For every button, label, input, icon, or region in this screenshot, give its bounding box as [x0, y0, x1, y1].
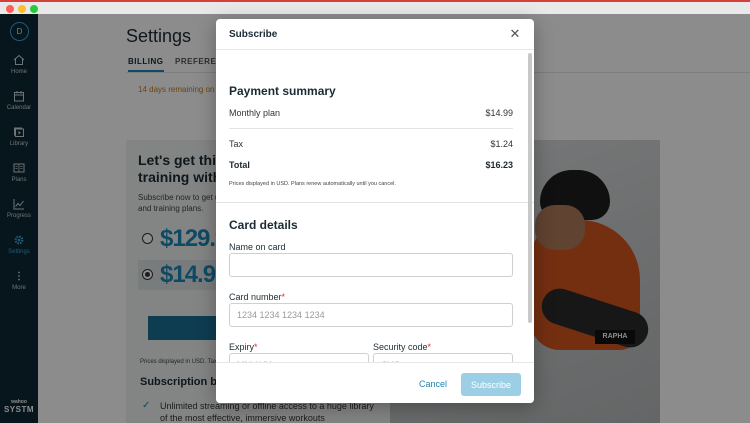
name-on-card-label: Name on card	[229, 242, 286, 252]
summary-row-total: Total $16.23	[229, 160, 513, 170]
pricing-note: Prices displayed in USD. Plans renew aut…	[229, 181, 396, 187]
minimize-window-button[interactable]	[18, 5, 26, 13]
window-titlebar	[0, 0, 750, 14]
security-code-label: Security code*	[373, 342, 432, 352]
name-on-card-input[interactable]	[229, 253, 513, 277]
subscribe-button[interactable]: Subscribe	[461, 373, 521, 396]
maximize-window-button[interactable]	[30, 5, 38, 13]
subscribe-modal: Subscribe ✕ Payment summary Monthly plan…	[216, 19, 534, 403]
expiry-input[interactable]	[229, 353, 369, 362]
close-window-button[interactable]	[6, 5, 14, 13]
modal-title: Subscribe	[229, 29, 278, 40]
cancel-button[interactable]: Cancel	[413, 373, 453, 395]
modal-footer: Cancel Subscribe	[216, 362, 534, 403]
card-number-input[interactable]	[229, 303, 513, 327]
section-divider	[216, 202, 534, 203]
security-code-input[interactable]	[373, 353, 513, 362]
divider	[229, 128, 513, 129]
close-icon[interactable]: ✕	[508, 27, 522, 41]
expiry-label: Expiry*	[229, 342, 258, 352]
payment-summary-title: Payment summary	[229, 84, 336, 98]
summary-row-monthly: Monthly plan $14.99	[229, 108, 513, 118]
modal-scrollbar[interactable]	[528, 53, 532, 323]
card-number-label: Card number*	[229, 292, 286, 302]
modal-body: Payment summary Monthly plan $14.99 Tax …	[216, 50, 534, 362]
modal-header: Subscribe ✕	[216, 19, 534, 50]
summary-row-tax: Tax $1.24	[229, 139, 513, 149]
card-details-title: Card details	[229, 218, 298, 232]
